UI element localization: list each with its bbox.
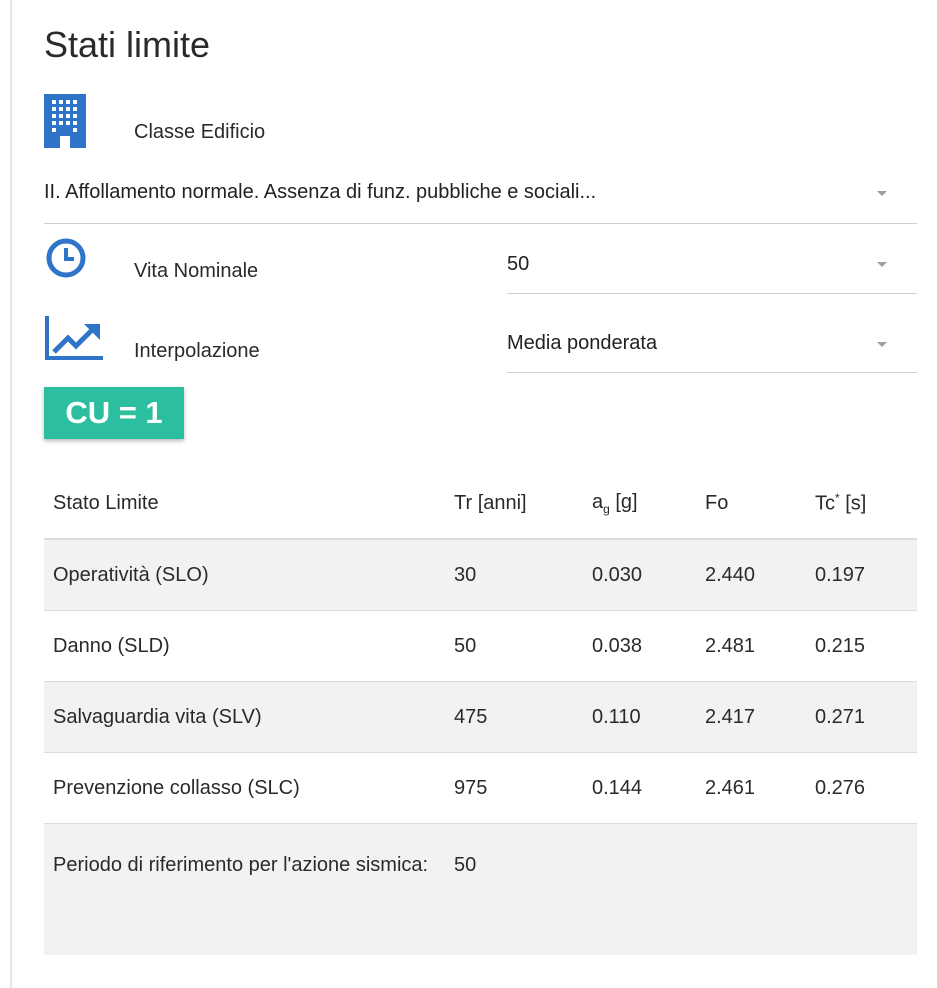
cell-stato: Salvaguardia vita (SLV) [53,705,262,728]
header-stato-limite: Stato Limite [53,491,159,514]
cell-tc: 0.197 [815,563,866,586]
cell-stato: Danno (SLD) [53,634,170,657]
cell-fo: 2.440 [705,563,756,586]
stati-limite-table: Stato Limite Tr [anni] ag [g] Fo Tc* [s]… [44,468,917,955]
select-underline [44,223,917,224]
table-row: Salvaguardia vita (SLV) 475 0.110 2.417 … [44,681,917,753]
cell-tr: 975 [454,776,488,799]
vita-nominale-label: Vita Nominale [134,260,259,282]
classe-edificio-value: II. Affollamento normale. Assenza di fun… [44,181,597,203]
chevron-down-icon [877,342,887,347]
vita-nominale-value: 50 [507,253,530,275]
cell-tc: 0.215 [815,634,866,657]
select-underline [507,293,917,294]
cell-tc: 0.276 [815,776,866,799]
cell-ag: 0.144 [592,776,643,799]
cell-ag: 0.038 [592,634,643,657]
table-row: Operatività (SLO) 30 0.030 2.440 0.197 [44,539,917,611]
cell-fo: 2.417 [705,705,756,728]
periodo-riferimento-row: Periodo di riferimento per l'azione sism… [44,823,917,955]
classe-edificio-label: Classe Edificio [134,121,266,143]
select-underline [507,372,917,373]
left-divider [10,0,12,988]
cell-tr: 30 [454,563,477,586]
table-header-row: Stato Limite Tr [anni] ag [g] Fo Tc* [s] [44,468,917,539]
cell-tr: 50 [454,634,477,657]
chevron-down-icon [877,191,887,196]
cell-fo: 2.461 [705,776,756,799]
page-title: Stati limite [44,24,211,65]
cu-badge: CU = 1 [44,387,184,439]
cell-ag: 0.110 [592,705,641,728]
trending-up-icon [44,314,104,369]
header-tc: Tc* [s] [815,490,867,515]
periodo-value: 50 [454,854,477,876]
cell-tr: 475 [454,705,488,728]
header-tr: Tr [anni] [454,491,527,514]
cell-tc: 0.271 [815,705,866,728]
cell-stato: Prevenzione collasso (SLC) [53,776,300,799]
interpolazione-label: Interpolazione [134,340,260,362]
header-fo: Fo [705,491,729,514]
table-row: Danno (SLD) 50 0.038 2.481 0.215 [44,611,917,682]
cell-stato: Operatività (SLO) [53,563,209,586]
periodo-label: Periodo di riferimento per l'azione sism… [53,854,429,876]
clock-icon [44,236,88,285]
header-ag: ag [g] [592,490,638,516]
chevron-down-icon [877,262,887,267]
cell-fo: 2.481 [705,634,756,657]
table-row: Prevenzione collasso (SLC) 975 0.144 2.4… [44,753,917,824]
cell-ag: 0.030 [592,563,643,586]
building-icon [44,94,86,153]
interpolazione-value: Media ponderata [507,332,658,354]
